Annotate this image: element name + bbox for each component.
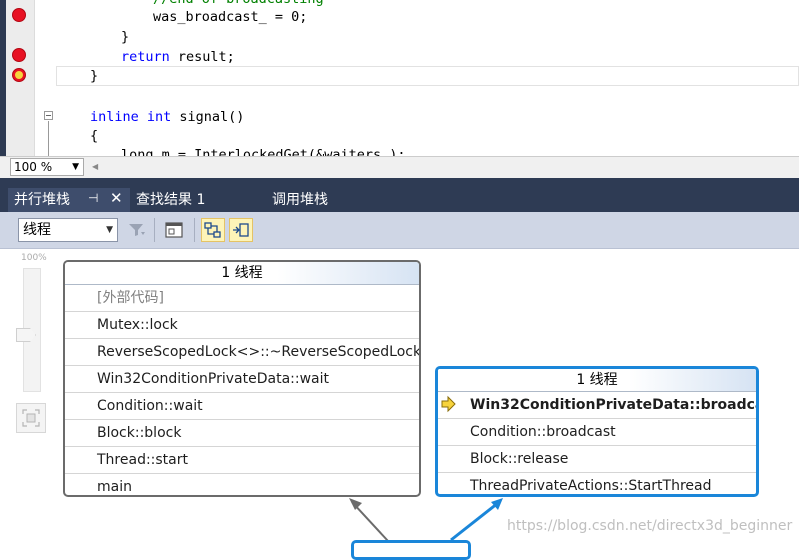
frame-label: main <box>97 479 132 495</box>
frame-label: Win32ConditionPrivateData::wait <box>97 371 329 387</box>
tab-label: 调用堆栈 <box>272 192 328 208</box>
frame-row[interactable]: Condition::broadcast <box>438 419 756 446</box>
frame-gutter <box>65 339 91 365</box>
filter-icon[interactable] <box>125 218 149 242</box>
active-stack-frame-node[interactable]: 1 线程 Win32ConditionPrivateData::broadcas… <box>435 366 759 497</box>
frame-gutter <box>65 366 91 392</box>
zoom-to-fit-icon[interactable] <box>16 403 46 433</box>
frame-gutter <box>438 473 464 494</box>
code-line-5: } <box>90 68 99 84</box>
frame-label: Win32ConditionPrivateData::broadcast <box>470 397 756 413</box>
frame-row[interactable]: Win32ConditionPrivateData::wait <box>65 366 419 393</box>
frame-label: Condition::wait <box>97 398 203 414</box>
zoom-value: 100 % <box>14 160 53 174</box>
frame-label: ReverseScopedLock<>::~ReverseScopedLock… <box>97 344 419 360</box>
frame-row[interactable]: ThreadPrivateActions::StartThread <box>438 473 756 494</box>
toolbar-separator <box>194 218 195 242</box>
code-line-2: was_broadcast_ = 0; <box>153 9 308 25</box>
code-line-6: inline int signal() <box>90 108 244 126</box>
node-header: 1 线程 <box>65 262 419 285</box>
show-external-code-icon[interactable] <box>201 218 225 242</box>
frame-row[interactable]: Mutex::lock <box>65 312 419 339</box>
frame-label: Thread::start <box>97 452 188 468</box>
frame-label: Mutex::lock <box>97 317 178 333</box>
frame-row[interactable]: Block::release <box>438 446 756 473</box>
code-line-1: //end of broadcasting <box>153 0 324 8</box>
code-line-4: return result; <box>121 48 235 66</box>
editor-zoom-select[interactable]: 100 % ▼ <box>10 158 84 176</box>
frame-label: Condition::broadcast <box>470 424 616 440</box>
frame-row[interactable]: ReverseScopedLock<>::~ReverseScopedLock… <box>65 339 419 366</box>
code-text: result; <box>169 49 235 65</box>
code-editor[interactable]: //end of broadcasting was_broadcast_ = 0… <box>0 0 799 178</box>
frame-gutter <box>65 393 91 419</box>
code-text: signal() <box>171 109 245 125</box>
breakpoint-icon[interactable] <box>12 8 26 22</box>
breakpoint-icon[interactable] <box>12 48 26 62</box>
toolbar-separator <box>154 218 155 242</box>
tab-label: 查找结果 1 <box>136 192 206 208</box>
node-header: 1 线程 <box>438 369 756 392</box>
frame-row[interactable]: [外部代码] <box>65 285 419 312</box>
auto-scroll-icon[interactable] <box>229 218 253 242</box>
current-statement-breakpoint-icon[interactable] <box>12 68 26 82</box>
frame-gutter <box>65 420 91 446</box>
frame-gutter <box>438 446 464 472</box>
frame-gutter <box>65 285 91 311</box>
scroll-left-icon[interactable]: ◀ <box>92 162 98 171</box>
chevron-down-icon: ▼ <box>72 162 79 172</box>
outline-guide <box>48 121 49 157</box>
toggle-method-view-icon[interactable] <box>162 218 186 242</box>
frame-label: Block::release <box>470 451 569 467</box>
zoom-level-label: 100% <box>21 253 47 263</box>
parallel-stacks-toolbar <box>0 212 799 249</box>
frame-gutter <box>65 447 91 473</box>
frame-gutter <box>65 312 91 338</box>
stack-frame-node-partial[interactable] <box>351 540 471 560</box>
tab-label: 并行堆栈 <box>14 192 70 208</box>
view-mode-select[interactable]: 线程 ▼ <box>18 218 118 242</box>
close-icon[interactable]: ✕ <box>110 189 123 207</box>
pin-icon[interactable]: ⊣ <box>88 191 98 205</box>
frame-gutter <box>438 419 464 445</box>
current-line-highlight <box>56 66 799 86</box>
editor-status-strip <box>0 156 799 178</box>
frame-row[interactable]: Block::block <box>65 420 419 447</box>
frame-row[interactable]: Condition::wait <box>65 393 419 420</box>
code-line-7: { <box>90 128 99 144</box>
current-frame-arrow-icon <box>438 392 464 418</box>
current-frame-row[interactable]: Win32ConditionPrivateData::broadcast <box>438 392 756 419</box>
tab-find-results[interactable]: 查找结果 1 <box>130 188 211 212</box>
chevron-down-icon: ▼ <box>106 225 113 235</box>
collapse-toggle-icon[interactable] <box>44 111 53 120</box>
code-keyword: return <box>121 49 170 65</box>
tab-call-stack[interactable]: 调用堆栈 <box>266 188 334 212</box>
frame-gutter <box>65 474 91 495</box>
frame-label: Block::block <box>97 425 182 441</box>
watermark: https://blog.csdn.net/directx3d_beginner <box>507 518 793 534</box>
code-line-3: } <box>121 29 130 45</box>
frame-label: [外部代码] <box>97 290 164 306</box>
code-keyword: inline int <box>90 109 172 125</box>
view-mode-value: 线程 <box>23 222 51 238</box>
stack-frame-node[interactable]: 1 线程 [外部代码] Mutex::lock ReverseScopedLoc… <box>63 260 421 497</box>
frame-row[interactable]: main <box>65 474 419 495</box>
frame-row[interactable]: Thread::start <box>65 447 419 474</box>
frame-label: ThreadPrivateActions::StartThread <box>470 478 712 494</box>
